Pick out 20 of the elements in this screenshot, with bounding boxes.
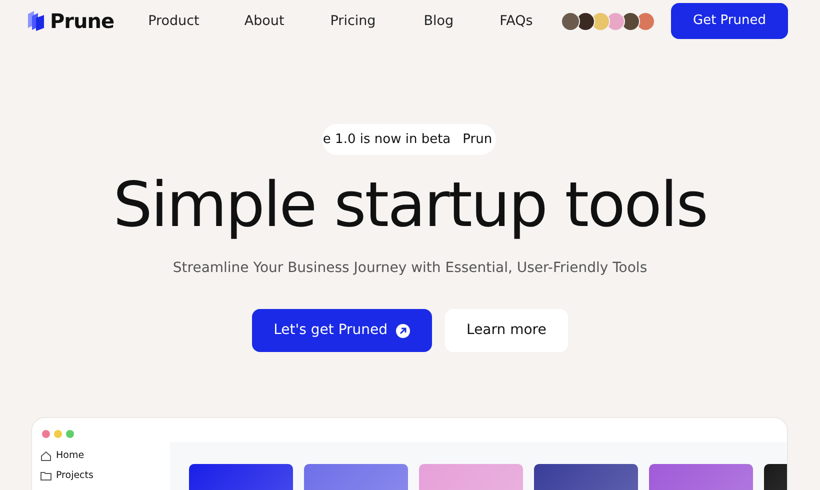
sidebar-item[interactable]: Projects bbox=[40, 466, 162, 486]
get-pruned-button[interactable]: Get Pruned bbox=[671, 3, 788, 39]
hero-subtitle: Streamline Your Business Journey with Essential, User-Friendly Tools bbox=[172, 259, 648, 278]
window-dot bbox=[42, 430, 50, 438]
nav-link[interactable]: About bbox=[244, 10, 284, 32]
nav-link[interactable]: Pricing bbox=[330, 10, 376, 32]
nav-link[interactable]: FAQs bbox=[500, 10, 533, 32]
brand-name[interactable]: Prune bbox=[50, 6, 114, 36]
window-dot bbox=[54, 430, 62, 438]
logo-icon bbox=[26, 10, 46, 32]
primary-button[interactable]: Let's get Pruned bbox=[252, 309, 432, 352]
folder-icon bbox=[40, 471, 52, 481]
home-icon bbox=[40, 451, 52, 461]
announcement-text: Prun bbox=[462, 130, 492, 149]
sidebar-item[interactable]: Home bbox=[40, 446, 162, 466]
learn-more-button[interactable]: Learn more bbox=[444, 309, 568, 352]
nav-link[interactable]: Product bbox=[148, 10, 200, 32]
announcement-text: e 1.0 is now in beta bbox=[322, 130, 451, 149]
window-dot bbox=[66, 430, 74, 438]
nav-link[interactable]: Blog bbox=[424, 10, 454, 32]
